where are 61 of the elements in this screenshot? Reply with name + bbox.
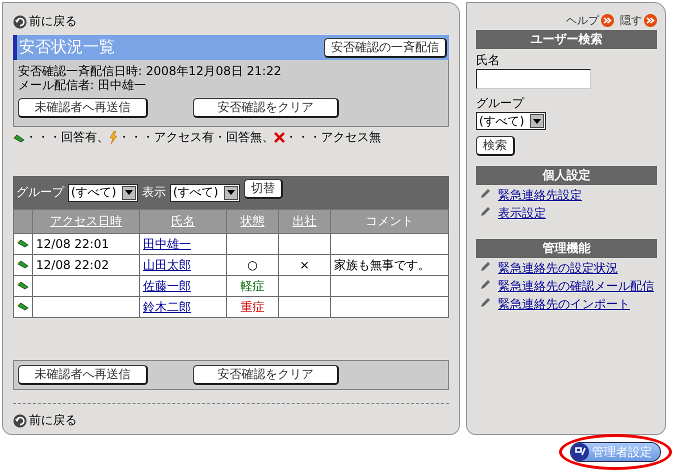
info-text: メール配信者: 田中雄一 — [18, 78, 147, 92]
pencil-icon — [17, 259, 29, 269]
settings-link[interactable]: 緊急連絡先設定 — [498, 187, 582, 203]
dropdown-arrow-icon — [533, 118, 541, 124]
legend-text: ・・・回答有、 — [25, 129, 109, 146]
switch-button[interactable]: 切替 — [244, 178, 283, 198]
pencil-icon — [480, 278, 492, 290]
admin-link[interactable]: 緊急連絡先の確認メール配信 — [498, 278, 654, 294]
back-icon — [13, 414, 27, 428]
admin-link[interactable]: 緊急連絡先のインポート — [498, 296, 630, 312]
page-title: 安否状況一覧 — [19, 37, 115, 58]
attendance-text: × — [299, 258, 310, 272]
name-input[interactable] — [476, 69, 591, 89]
pencil-icon — [480, 260, 492, 272]
legend-text: ・・・アクセス無 — [285, 129, 381, 146]
help-link[interactable]: ヘルプ — [566, 13, 614, 28]
hide-link[interactable]: 隠す — [620, 13, 657, 28]
pencil-icon — [480, 205, 492, 217]
dropdown-arrow-icon — [227, 190, 235, 195]
group-select[interactable]: (すべて) — [476, 112, 546, 130]
pencil-icon — [480, 296, 492, 308]
section-header: ユーザー検索 — [476, 30, 657, 49]
status-text: 重症 — [240, 300, 264, 314]
filter-label: 表示 — [142, 184, 166, 201]
back-icon — [13, 14, 27, 28]
search-button[interactable]: 検索 — [476, 136, 515, 156]
legend-text: ・・・アクセス有・回答無、 — [118, 129, 274, 146]
action-button[interactable]: 安否確認をクリア — [193, 365, 339, 385]
settings-link[interactable]: 表示設定 — [498, 205, 546, 221]
broadcast-button[interactable]: 安否確認の一斉配信 — [324, 38, 447, 58]
column-header: コメント — [330, 210, 448, 234]
comment-text: 家族も無事です。 — [334, 258, 430, 272]
action-button[interactable]: 未確認者へ再送信 — [18, 98, 148, 118]
pencil-icon — [13, 132, 25, 142]
access-time: 12/08 22:02 — [36, 258, 109, 272]
dropdown-arrow-icon — [125, 190, 133, 195]
chevron-icon — [644, 14, 657, 27]
admin-link[interactable]: 緊急連絡先の設定状況 — [498, 260, 618, 276]
section-header: 個人設定 — [476, 166, 657, 185]
lightning-icon — [109, 131, 118, 144]
info-text: 安否確認一斉配信日時: 2008年12月08日 21:22 — [18, 64, 282, 78]
back-link[interactable]: 前に戻る — [13, 13, 77, 30]
access-time: 12/08 22:01 — [36, 237, 109, 251]
tools-icon — [571, 443, 589, 461]
action-button[interactable]: 安否確認をクリア — [193, 98, 339, 118]
cross-icon — [274, 132, 285, 143]
filter-label: グループ — [16, 184, 64, 201]
back-link[interactable]: 前に戻る — [13, 412, 77, 429]
group-select[interactable]: (すべて) — [68, 184, 138, 202]
section-header: 管理機能 — [476, 239, 657, 258]
field-label: グループ — [476, 95, 524, 112]
field-label: 氏名 — [476, 52, 500, 69]
chevron-icon — [601, 14, 614, 27]
action-button[interactable]: 未確認者へ再送信 — [18, 365, 148, 385]
pencil-icon — [17, 301, 29, 311]
pencil-icon — [17, 280, 29, 290]
pencil-icon — [480, 187, 492, 199]
status-text: ○ — [247, 258, 258, 272]
pencil-icon — [17, 238, 29, 248]
display-select[interactable]: (すべて) — [170, 184, 240, 202]
status-text: 軽症 — [240, 278, 264, 292]
